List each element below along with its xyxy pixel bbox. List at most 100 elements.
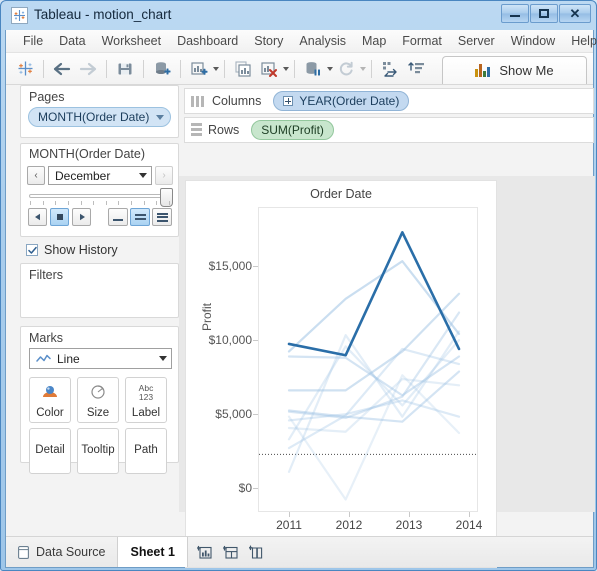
new-dashboard-tab-icon[interactable] — [218, 545, 244, 559]
pages-slider-track[interactable] — [29, 194, 171, 198]
tableau-logo-icon[interactable] — [13, 57, 37, 81]
pages-prev-button[interactable]: ‹ — [27, 166, 45, 185]
marks-detail-button[interactable]: Detail — [29, 428, 71, 474]
pages-card: Pages MONTH(Order Date) — [20, 85, 179, 138]
refresh-icon[interactable] — [334, 57, 358, 81]
marks-path-label: Path — [134, 444, 158, 456]
duplicate-sheet-icon[interactable] — [231, 57, 255, 81]
menu-item-dashboard[interactable]: Dashboard — [170, 32, 245, 50]
new-worksheet-tab-icon[interactable] — [192, 545, 218, 559]
pages-next-button[interactable]: › — [155, 166, 173, 185]
marks-color-label: Color — [36, 407, 63, 419]
forward-arrow-icon[interactable] — [76, 57, 100, 81]
sheet-tab-label: Sheet 1 — [130, 545, 174, 559]
x-tick-label-2011: 2011 — [264, 518, 314, 532]
menu-item-worksheet[interactable]: Worksheet — [95, 32, 169, 50]
tableau-logo-icon — [11, 7, 28, 24]
tableau-window: Tableau - motion_chart ✕ File Data Works… — [0, 0, 597, 571]
minimize-button[interactable] — [501, 4, 529, 23]
tab-sheet-1[interactable]: Sheet 1 — [118, 537, 187, 567]
marks-cards-row-2: Detail Tooltip Path — [29, 428, 167, 474]
pages-speed-fast-button[interactable] — [152, 208, 172, 226]
marks-size-label: Size — [87, 407, 109, 419]
menu-item-help[interactable]: Help — [564, 32, 597, 50]
new-data-source-icon[interactable] — [150, 57, 174, 81]
chevron-down-icon[interactable] — [159, 356, 167, 361]
menu-item-server[interactable]: Server — [451, 32, 502, 50]
status-bar: Data Source Sheet 1 — [6, 536, 593, 567]
x-tick-label-2014: 2014 — [444, 518, 494, 532]
toolbar-separator — [180, 60, 181, 78]
menu-item-analysis[interactable]: Analysis — [292, 32, 353, 50]
chevron-down-icon[interactable] — [139, 173, 147, 178]
menu-item-map[interactable]: Map — [355, 32, 393, 50]
show-history-checkbox[interactable] — [26, 244, 38, 256]
window-title: Tableau - motion_chart — [34, 6, 171, 24]
menu-item-window[interactable]: Window — [504, 32, 562, 50]
marks-path-button[interactable]: Path — [125, 428, 167, 474]
marks-color-button[interactable]: Color — [29, 377, 71, 423]
pages-play-button[interactable] — [72, 208, 91, 226]
data-source-icon — [18, 546, 29, 559]
pages-field-pill[interactable]: MONTH(Order Date) — [28, 107, 171, 127]
show-me-label: Show Me — [499, 63, 553, 78]
x-tick-label-2013: 2013 — [384, 518, 434, 532]
expand-hierarchy-icon[interactable] — [283, 96, 293, 106]
marks-type-label: Line — [57, 352, 80, 366]
marks-size-button[interactable]: Size — [77, 377, 119, 423]
maximize-button[interactable] — [530, 4, 558, 23]
swap-rows-columns-icon[interactable] — [378, 57, 402, 81]
rows-shelf[interactable]: Rows SUM(Profit) — [184, 117, 594, 143]
data-source-label: Data Source — [36, 545, 105, 559]
menu-item-story[interactable]: Story — [247, 32, 290, 50]
pages-step-back-button[interactable] — [28, 208, 47, 226]
columns-pill-label: YEAR(Order Date) — [299, 94, 399, 108]
line-chart-svg — [259, 208, 477, 511]
pages-stop-button[interactable] — [50, 208, 69, 226]
marks-label-label: Label — [132, 407, 160, 419]
filters-card: Filters — [20, 263, 179, 318]
pages-playback-controls — [28, 208, 91, 226]
show-me-bar-chart-icon — [475, 64, 491, 77]
sort-ascending-icon[interactable] — [404, 57, 428, 81]
new-story-tab-icon[interactable] — [244, 545, 270, 559]
toolbar-separator — [43, 60, 44, 78]
columns-shelf[interactable]: Columns YEAR(Order Date) — [184, 88, 594, 114]
new-worksheet-dropdown-caret-icon[interactable] — [213, 67, 219, 71]
rows-pill-sum-profit[interactable]: SUM(Profit) — [251, 120, 334, 140]
123-text: 123 — [139, 393, 153, 402]
menu-item-data[interactable]: Data — [52, 32, 92, 50]
menu-item-format[interactable]: Format — [395, 32, 449, 50]
pages-speed-slow-button[interactable] — [108, 208, 128, 226]
pages-value-selector: ‹ December › — [27, 166, 174, 185]
clear-sheet-icon[interactable] — [257, 57, 281, 81]
rows-pill-label: SUM(Profit) — [261, 123, 324, 137]
columns-pill-year-order-date[interactable]: YEAR(Order Date) — [273, 91, 409, 111]
x-tick-mark-2013 — [409, 512, 410, 517]
pause-auto-updates-icon[interactable] — [301, 57, 325, 81]
pages-value-combo[interactable]: December — [48, 166, 152, 185]
y-tick-label-15000: $15,000 — [190, 259, 252, 273]
close-button[interactable]: ✕ — [559, 4, 591, 23]
left-panel: Pages MONTH(Order Date) MONTH(Order Date… — [6, 85, 179, 512]
menu-item-file[interactable]: File — [16, 32, 50, 50]
marks-type-selector[interactable]: Line — [29, 348, 172, 369]
show-me-button[interactable]: Show Me — [442, 56, 587, 84]
pages-speed-medium-button[interactable] — [130, 208, 150, 226]
refresh-dropdown-caret-icon[interactable] — [360, 67, 366, 71]
save-icon[interactable] — [113, 57, 137, 81]
tab-data-source[interactable]: Data Source — [6, 537, 118, 567]
plot-area — [258, 207, 478, 512]
toolbar-separator — [143, 60, 144, 78]
marks-label-button[interactable]: Abc 123 Label — [125, 377, 167, 423]
chevron-down-icon[interactable] — [156, 115, 164, 120]
back-arrow-icon[interactable] — [50, 57, 74, 81]
size-circle-icon — [89, 378, 107, 407]
marks-tooltip-button[interactable]: Tooltip — [77, 428, 119, 474]
view-area: Order Date Profit $15,000 $10,000 $5,000… — [179, 176, 595, 512]
line-series-history — [289, 379, 459, 432]
clear-sheet-dropdown-caret-icon[interactable] — [283, 67, 289, 71]
title-bar: Tableau - motion_chart ✕ — [1, 1, 597, 30]
new-worksheet-icon[interactable] — [187, 57, 211, 81]
pause-dropdown-caret-icon[interactable] — [327, 67, 333, 71]
